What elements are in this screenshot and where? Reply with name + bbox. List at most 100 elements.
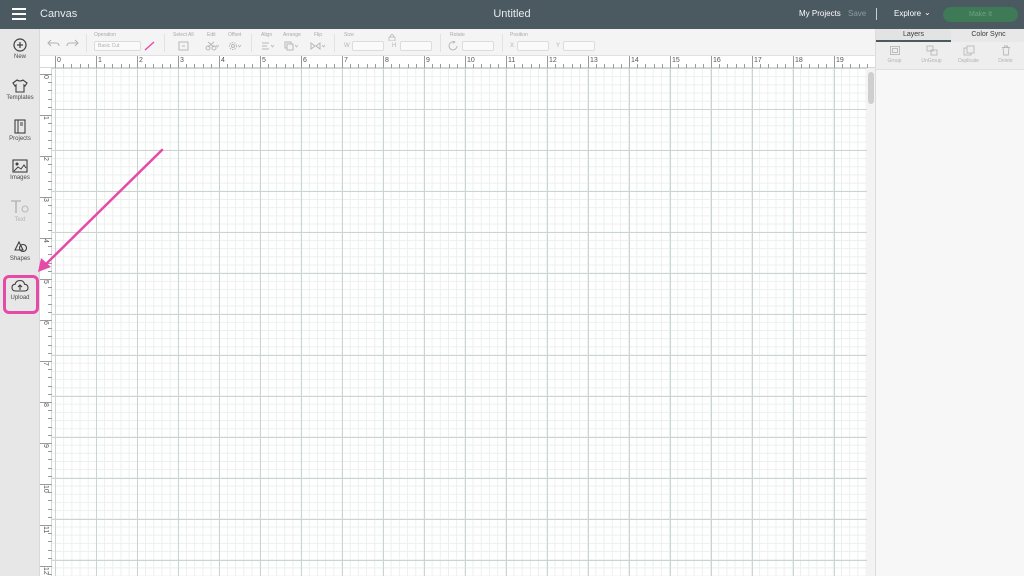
ruler-number: 17 (754, 57, 762, 64)
duplicate-label: Duplicate (958, 58, 979, 64)
position-y-input[interactable] (563, 41, 595, 51)
sidebar-item-projects[interactable]: Projects (0, 119, 40, 157)
ungroup-icon (926, 45, 937, 56)
sidebar-label-images: Images (10, 175, 30, 181)
width-letter: W (344, 43, 350, 49)
group-label: Group (887, 58, 902, 64)
sidebar-item-new[interactable]: New (0, 38, 40, 76)
ruler-number: 14 (631, 57, 639, 64)
sidebar-item-images[interactable]: Images (0, 159, 40, 197)
ruler-number: 13 (590, 57, 598, 64)
arrange-label: Arrange (283, 32, 301, 38)
ruler-number: 0 (42, 75, 49, 79)
duplicate-icon (963, 45, 974, 56)
chevron-down-icon[interactable]: ⌄ (924, 8, 931, 17)
toolbar-separator (86, 34, 87, 52)
duplicate-button[interactable]: Duplicate (950, 45, 987, 64)
sidebar-item-shapes[interactable]: Shapes (0, 239, 40, 277)
ruler-number: 9 (426, 57, 430, 64)
canvas-scrollbar[interactable] (867, 68, 875, 576)
undo-icon[interactable] (47, 38, 61, 48)
rotate-input[interactable] (462, 41, 494, 51)
ruler-number: 2 (42, 157, 49, 161)
ruler-number: 1 (42, 116, 49, 120)
plus-circle-icon (13, 38, 27, 52)
ruler-number: 5 (42, 280, 49, 284)
edit-label: Edit (207, 32, 216, 38)
operation-select[interactable]: Basic Cut (94, 41, 141, 51)
x-letter: X (510, 43, 515, 49)
offset-icon[interactable] (228, 41, 242, 51)
group-icon (889, 46, 900, 55)
width-input[interactable] (352, 41, 384, 51)
sidebar-item-text[interactable]: Text (0, 199, 40, 237)
position-x-input[interactable] (517, 41, 549, 51)
scroll-thumb[interactable] (868, 72, 874, 104)
ruler-number: 12 (42, 567, 49, 575)
size-label: Size (344, 32, 354, 38)
sidebar-label-projects: Projects (9, 136, 31, 142)
sidebar-label-templates: Templates (6, 95, 34, 101)
ungroup-button[interactable]: UnGroup (913, 45, 950, 64)
ruler-number: 7 (344, 57, 348, 64)
position-label: Position (510, 32, 528, 38)
topbar-divider (876, 8, 877, 20)
ruler-number: 19 (836, 57, 844, 64)
ruler-number: 15 (672, 57, 680, 64)
lock-icon[interactable] (388, 33, 396, 43)
my-projects-link[interactable]: My Projects (799, 9, 841, 18)
align-label: Align (261, 32, 273, 38)
flip-icon[interactable] (310, 41, 326, 51)
redo-icon[interactable] (65, 38, 79, 48)
sidebar-label-text: Text (14, 217, 26, 223)
ruler-number: 11 (508, 57, 516, 64)
save-button[interactable]: Save (848, 9, 866, 18)
trash-icon (1001, 45, 1010, 56)
pen-color-icon[interactable] (144, 41, 158, 51)
tab-layers[interactable]: Layers (876, 29, 951, 42)
top-bar: Canvas Untitled My Projects Save Explore… (0, 0, 1024, 29)
ruler-number: 11 (42, 526, 49, 534)
tshirt-icon (12, 79, 28, 93)
scissors-icon[interactable] (205, 41, 219, 51)
arrange-icon[interactable] (284, 41, 298, 51)
ruler-number: 8 (385, 57, 389, 64)
ruler-number: 9 (42, 444, 49, 448)
app-title: Canvas (40, 8, 78, 20)
group-button[interactable]: Group (876, 45, 913, 64)
text-icon (11, 200, 29, 213)
delete-button[interactable]: Delete (987, 45, 1024, 64)
hamburger-menu-icon[interactable] (9, 5, 29, 23)
sidebar-item-templates[interactable]: Templates (0, 79, 40, 117)
design-canvas[interactable] (52, 68, 867, 576)
toolbar-separator (334, 34, 335, 52)
ruler-number: 16 (713, 57, 721, 64)
rotate-icon[interactable] (448, 41, 462, 51)
ruler-number: 8 (42, 403, 49, 407)
ruler-number: 10 (467, 57, 475, 64)
toolbar-separator (502, 34, 503, 52)
ruler-left: 0 1 2 3 4 5 6 7 8 9 10 11 12 (40, 68, 52, 576)
panel-tabs: Layers Color Sync (876, 29, 1024, 42)
sidebar-label-new: New (13, 54, 26, 60)
ruler-number: 3 (180, 57, 184, 64)
select-all-icon[interactable] (178, 41, 192, 51)
ruler-number: 10 (42, 485, 49, 493)
ruler-number: 4 (42, 239, 49, 243)
sidebar-label-shapes: Shapes (9, 256, 31, 262)
layer-actions: Group UnGroup Duplicate Delete (876, 42, 1024, 70)
make-it-button[interactable]: Make It (943, 7, 1018, 22)
tab-color-sync[interactable]: Color Sync (951, 29, 1024, 42)
flip-label: Flip (314, 32, 323, 38)
ruler-number: 2 (139, 57, 143, 64)
ruler-number: 6 (42, 321, 49, 325)
edit-toolbar: Operation Basic Cut Select All Edit Offs… (40, 29, 875, 56)
shapes-icon (14, 240, 28, 253)
ruler-top: 0 1 2 3 4 5 6 7 8 9 10 11 12 13 14 15 16 17 18 19 (40, 56, 875, 68)
explore-dropdown[interactable]: Explore (894, 9, 921, 18)
ruler-number: 1 (98, 57, 102, 64)
layers-panel: Layers Color Sync Group UnGroup Duplicat… (875, 29, 1024, 576)
align-icon[interactable] (261, 41, 275, 51)
height-input[interactable] (400, 41, 432, 51)
ruler-number: 3 (42, 198, 49, 202)
